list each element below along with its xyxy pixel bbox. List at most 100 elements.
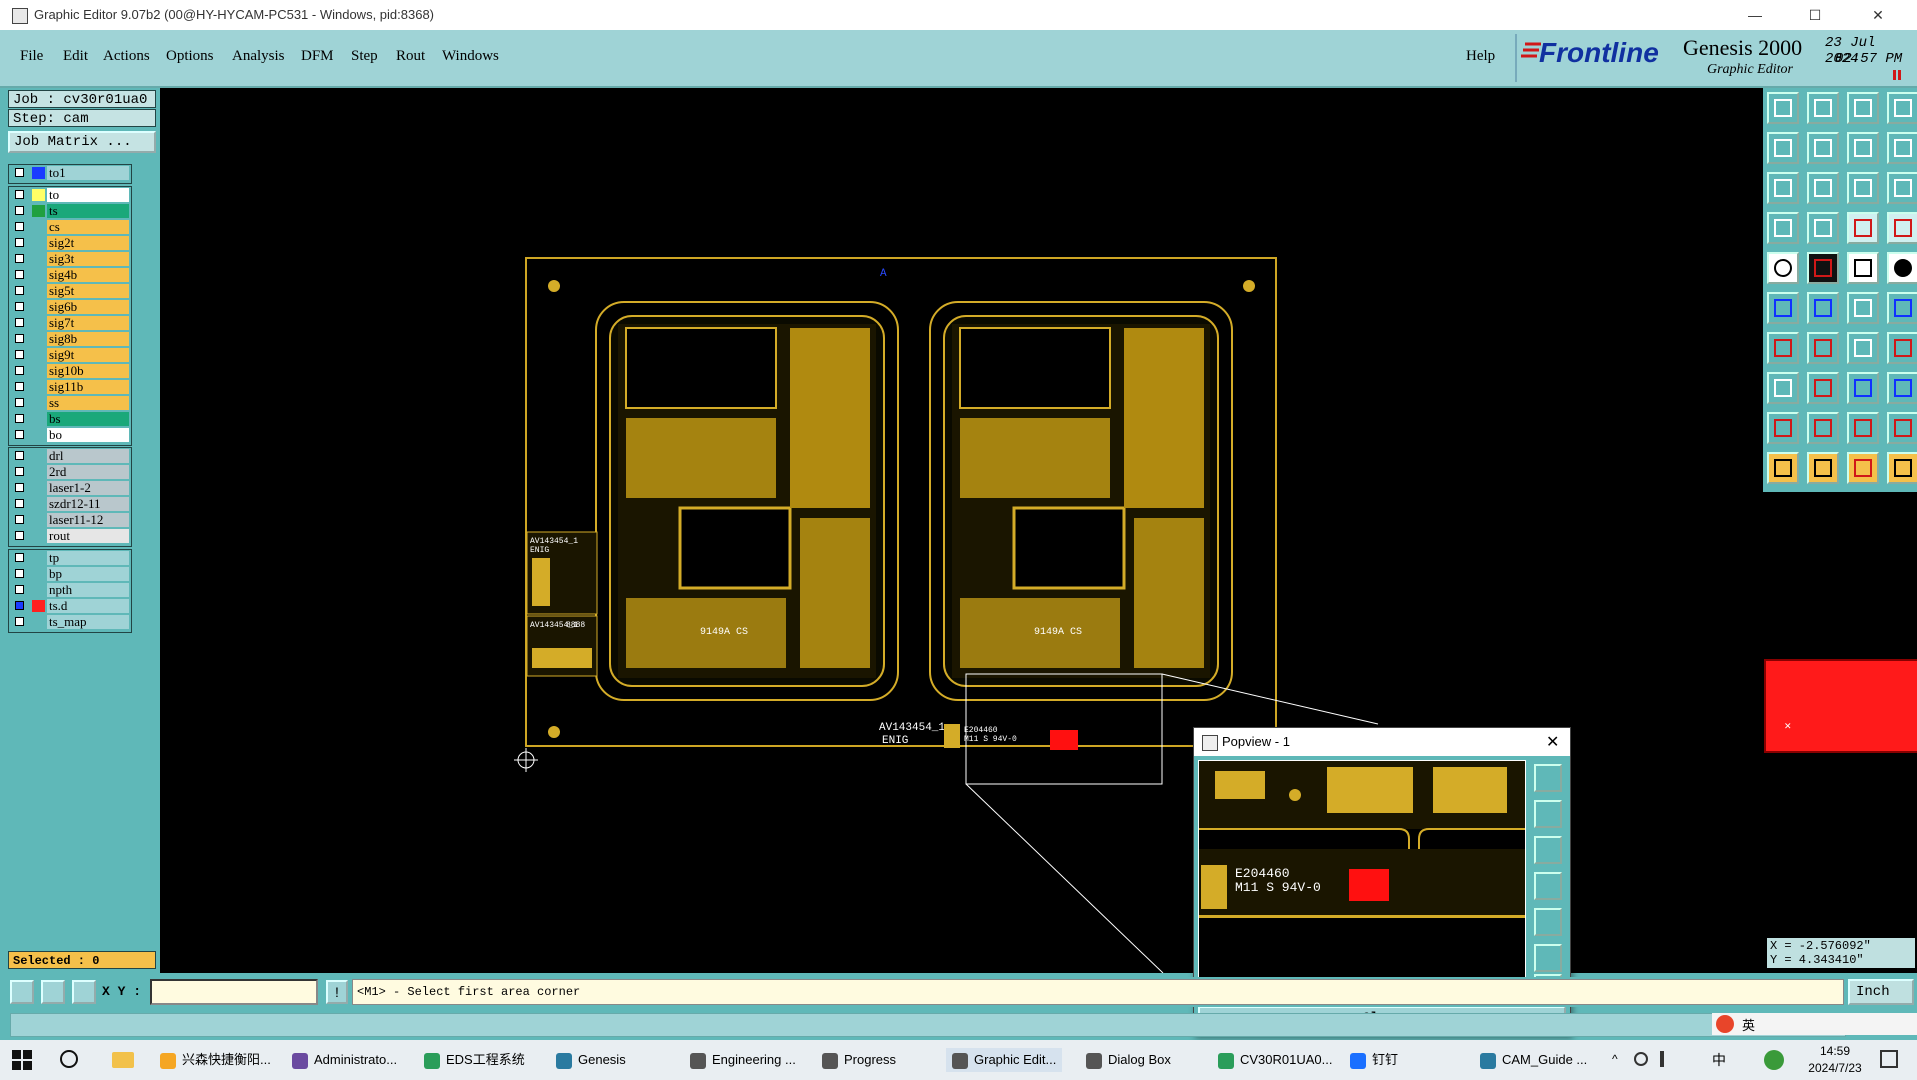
- tool-button[interactable]: [1767, 372, 1799, 404]
- layer-checkbox[interactable]: [15, 270, 24, 279]
- layer-checkbox[interactable]: [15, 553, 24, 562]
- pv-down-icon[interactable]: [1534, 836, 1562, 864]
- search-icon[interactable]: [60, 1050, 78, 1068]
- tool-button[interactable]: [1807, 332, 1839, 364]
- tool-button[interactable]: [1847, 172, 1879, 204]
- taskbar-item[interactable]: Progress: [822, 1048, 896, 1072]
- layer-row[interactable]: laser11-12: [9, 512, 131, 528]
- tray-chevron-icon[interactable]: ^: [1612, 1052, 1618, 1066]
- layer-row[interactable]: ss: [9, 395, 131, 411]
- pause-icon[interactable]: [1893, 70, 1901, 80]
- layer-row[interactable]: sig8b: [9, 331, 131, 347]
- layer-row[interactable]: sig3t: [9, 251, 131, 267]
- pv-left-icon[interactable]: [1534, 872, 1562, 900]
- layer-checkbox[interactable]: [15, 531, 24, 540]
- menu-actions[interactable]: Actions: [103, 48, 150, 65]
- menu-file[interactable]: File: [20, 48, 43, 65]
- tool-button[interactable]: [1767, 132, 1799, 164]
- taskbar-item[interactable]: Administrato...: [292, 1048, 397, 1072]
- info-icon[interactable]: !: [326, 980, 348, 1004]
- tool-button[interactable]: [1887, 332, 1917, 364]
- layer-checkbox[interactable]: [15, 238, 24, 247]
- maximize-button[interactable]: ☐: [1795, 4, 1835, 26]
- popview-canvas[interactable]: E204460 M11 S 94V-0: [1198, 760, 1526, 1004]
- layer-checkbox[interactable]: [15, 585, 24, 594]
- layer-checkbox[interactable]: [15, 499, 24, 508]
- ime-chinese[interactable]: 中: [1712, 1050, 1726, 1070]
- layer-row[interactable]: sig10b: [9, 363, 131, 379]
- tool-button[interactable]: [1887, 292, 1917, 324]
- menu-windows[interactable]: Windows: [442, 48, 499, 65]
- layer-checkbox[interactable]: [15, 168, 24, 177]
- layer-row[interactable]: to: [9, 187, 131, 203]
- layer-row[interactable]: bs: [9, 411, 131, 427]
- tool-button[interactable]: [1807, 412, 1839, 444]
- notification-badge-icon[interactable]: [1764, 1050, 1784, 1070]
- taskbar-item[interactable]: Dialog Box: [1086, 1048, 1171, 1072]
- tool-button[interactable]: [1887, 132, 1917, 164]
- tool-button[interactable]: [1847, 452, 1879, 484]
- layer-row[interactable]: sig4b: [9, 267, 131, 283]
- tool-button[interactable]: [1847, 372, 1879, 404]
- tool-button[interactable]: [1767, 212, 1799, 244]
- layer-row[interactable]: laser1-2: [9, 480, 131, 496]
- taskbar-item[interactable]: EDS工程系统: [424, 1048, 525, 1072]
- network-icon[interactable]: [1634, 1052, 1648, 1066]
- tool-button[interactable]: [1887, 252, 1917, 284]
- ime-english[interactable]: 英: [1742, 1015, 1755, 1034]
- zoom-window-icon[interactable]: [10, 980, 34, 1004]
- tool-button[interactable]: [1807, 252, 1839, 284]
- tool-button[interactable]: [1767, 252, 1799, 284]
- menu-options[interactable]: Options: [166, 48, 214, 65]
- sogou-icon[interactable]: [1716, 1015, 1734, 1033]
- tool-button[interactable]: [1847, 132, 1879, 164]
- menu-step[interactable]: Step: [351, 48, 378, 65]
- tool-button[interactable]: [1847, 412, 1879, 444]
- layer-row[interactable]: szdr12-11: [9, 496, 131, 512]
- start-windows-icon[interactable]: [12, 1050, 32, 1070]
- taskbar-item[interactable]: Genesis: [556, 1048, 626, 1072]
- layer-checkbox[interactable]: [15, 451, 24, 460]
- layer-checkbox[interactable]: [15, 467, 24, 476]
- tool-button[interactable]: [1887, 452, 1917, 484]
- close-window-button[interactable]: ✕: [1858, 4, 1898, 26]
- layer-checkbox[interactable]: [15, 334, 24, 343]
- tool-button[interactable]: [1807, 92, 1839, 124]
- units-button[interactable]: Inch: [1848, 979, 1914, 1005]
- notifications-icon[interactable]: [1880, 1050, 1898, 1068]
- layer-row[interactable]: sig11b: [9, 379, 131, 395]
- layer-row[interactable]: ts_map: [9, 614, 131, 630]
- popview-close-icon[interactable]: ✕: [1546, 732, 1559, 752]
- clock-date[interactable]: 2024/7/23: [1802, 1061, 1868, 1075]
- tool-button[interactable]: [1807, 212, 1839, 244]
- popview-titlebar[interactable]: Popview - 1 ✕: [1194, 728, 1570, 756]
- layer-checkbox[interactable]: [15, 366, 24, 375]
- tool-button[interactable]: [1767, 92, 1799, 124]
- layer-row[interactable]: ts: [9, 203, 131, 219]
- layer-checkbox[interactable]: [15, 222, 24, 231]
- layer-checkbox[interactable]: [15, 302, 24, 311]
- layer-row[interactable]: sig9t: [9, 347, 131, 363]
- menu-rout[interactable]: Rout: [396, 48, 425, 65]
- tool-button[interactable]: [1887, 412, 1917, 444]
- layer-checkbox[interactable]: [15, 190, 24, 199]
- taskbar-item[interactable]: CV30R01UA0...: [1218, 1048, 1333, 1072]
- layer-row[interactable]: npth: [9, 582, 131, 598]
- overview-map[interactable]: ✕: [1764, 659, 1917, 753]
- taskbar-item-active[interactable]: Graphic Edit...: [946, 1048, 1063, 1072]
- layer-row[interactable]: drl: [9, 448, 131, 464]
- diagonal-tool-icon[interactable]: [41, 980, 65, 1004]
- minimize-button[interactable]: —: [1735, 4, 1775, 26]
- layer-checkbox[interactable]: [15, 515, 24, 524]
- layer-row[interactable]: to1: [9, 165, 131, 181]
- layer-checkbox[interactable]: [15, 617, 24, 626]
- taskbar-item[interactable]: CAM_Guide ...: [1480, 1048, 1587, 1072]
- tool-button[interactable]: [1847, 252, 1879, 284]
- tool-button[interactable]: [1887, 172, 1917, 204]
- menu-help[interactable]: Help: [1466, 48, 1495, 65]
- tool-button[interactable]: [1887, 212, 1917, 244]
- tool-button[interactable]: [1807, 292, 1839, 324]
- tool-button[interactable]: [1807, 452, 1839, 484]
- tool-button[interactable]: [1767, 332, 1799, 364]
- pv-right-icon[interactable]: [1534, 908, 1562, 936]
